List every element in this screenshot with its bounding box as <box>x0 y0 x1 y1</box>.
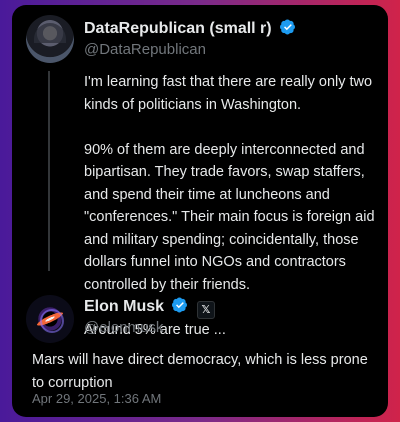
tweet2-display-name-row[interactable]: Elon Musk 𝕏 <box>84 297 215 319</box>
tweet1-display-name[interactable]: DataRepublican (small r) <box>84 20 272 37</box>
avatar-elonmusk[interactable] <box>26 295 74 343</box>
tweet2-display-name[interactable]: Elon Musk <box>84 298 164 315</box>
verified-badge-icon <box>172 297 188 313</box>
avatar-datarepublican[interactable] <box>26 15 74 63</box>
tweet1-display-name-row[interactable]: DataRepublican (small r) <box>84 19 296 38</box>
tweet2-handle[interactable]: @elonmusk <box>84 319 163 336</box>
x-affiliation-icon: 𝕏 <box>196 300 215 319</box>
tweet2-timestamp[interactable]: Apr 29, 2025, 1:36 AM <box>32 391 161 406</box>
tweet2-text: Mars will have direct democracy, which i… <box>32 352 368 391</box>
tweet-card: DataRepublican (small r) @DataRepublican… <box>12 5 388 417</box>
thread-connector-line <box>48 71 50 271</box>
tweet1-handle[interactable]: @DataRepublican <box>84 41 206 58</box>
verified-badge-icon <box>280 19 296 35</box>
